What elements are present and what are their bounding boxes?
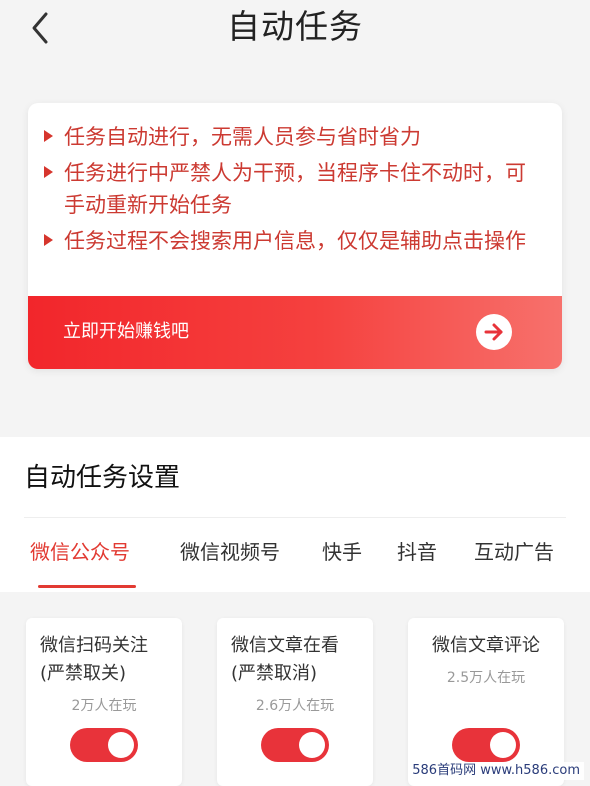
toggle-knob (490, 732, 516, 758)
tip-text: 任务自动进行，无需人员参与省时省力 (64, 125, 421, 149)
tab-wechat-official[interactable]: 微信公众号 (30, 537, 130, 567)
section-title: 自动任务设置 (24, 463, 181, 493)
task-card: 微信文章在看(严禁取消) 2.6万人在玩 (217, 618, 373, 786)
triangle-bullet-icon (44, 234, 53, 246)
tab-kuaishou[interactable]: 快手 (322, 537, 362, 567)
task-toggle[interactable] (70, 728, 138, 762)
task-name: 微信文章评论 (432, 635, 540, 656)
toggle-knob (108, 732, 134, 758)
tab-wechat-video[interactable]: 微信视频号 (180, 537, 280, 567)
tab-douyin[interactable]: 抖音 (397, 537, 437, 567)
triangle-bullet-icon (44, 166, 53, 178)
task-card: 微信文章评论 2.5万人在玩 (408, 618, 564, 786)
task-card: 微信扫码关注(严禁取关) 2万人在玩 (26, 618, 182, 786)
tip-item: 任务过程不会搜索用户信息，仅仅是辅助点击操作 (28, 225, 562, 257)
notice-card: 任务自动进行，无需人员参与省时省力 任务进行中严禁人为干预，当程序卡住不动时，可… (28, 103, 562, 369)
arrow-right-circle-icon[interactable] (476, 314, 512, 350)
task-name: 微信文章在看(严禁取消) (231, 635, 339, 684)
task-toggle[interactable] (261, 728, 329, 762)
active-tab-indicator (38, 585, 136, 588)
task-cards: 微信扫码关注(严禁取关) 2万人在玩 微信文章在看(严禁取消) 2.6万人在玩 … (0, 592, 590, 786)
divider (24, 517, 566, 518)
task-players: 2.6万人在玩 (255, 698, 335, 714)
task-players: 2.5万人在玩 (446, 670, 526, 686)
task-toggle[interactable] (452, 728, 520, 762)
start-earning-button[interactable]: 立即开始赚钱吧 (28, 296, 562, 369)
task-name: 微信扫码关注(严禁取关) (40, 635, 148, 684)
tip-item: 任务自动进行，无需人员参与省时省力 (28, 121, 562, 153)
task-players: 2万人在玩 (71, 698, 137, 714)
start-earning-label: 立即开始赚钱吧 (63, 321, 189, 342)
tip-item: 任务进行中严禁人为干预，当程序卡住不动时，可手动重新开始任务 (28, 157, 562, 221)
tip-text: 任务过程不会搜索用户信息，仅仅是辅助点击操作 (64, 229, 526, 253)
toggle-knob (299, 732, 325, 758)
tab-interactive-ads[interactable]: 互动广告 (474, 537, 554, 567)
page-title: 自动任务 (227, 7, 363, 46)
tip-text: 任务进行中严禁人为干预，当程序卡住不动时，可手动重新开始任务 (64, 161, 526, 217)
watermark: 586首码网 www.h586.com (408, 762, 584, 780)
settings-panel: 自动任务设置 微信公众号 微信视频号 快手 抖音 互动广告 微信扫码关注(严禁取… (0, 437, 590, 786)
triangle-bullet-icon (44, 130, 53, 142)
tips-list: 任务自动进行，无需人员参与省时省力 任务进行中严禁人为干预，当程序卡住不动时，可… (28, 121, 562, 261)
header: 自动任务 (0, 0, 590, 60)
